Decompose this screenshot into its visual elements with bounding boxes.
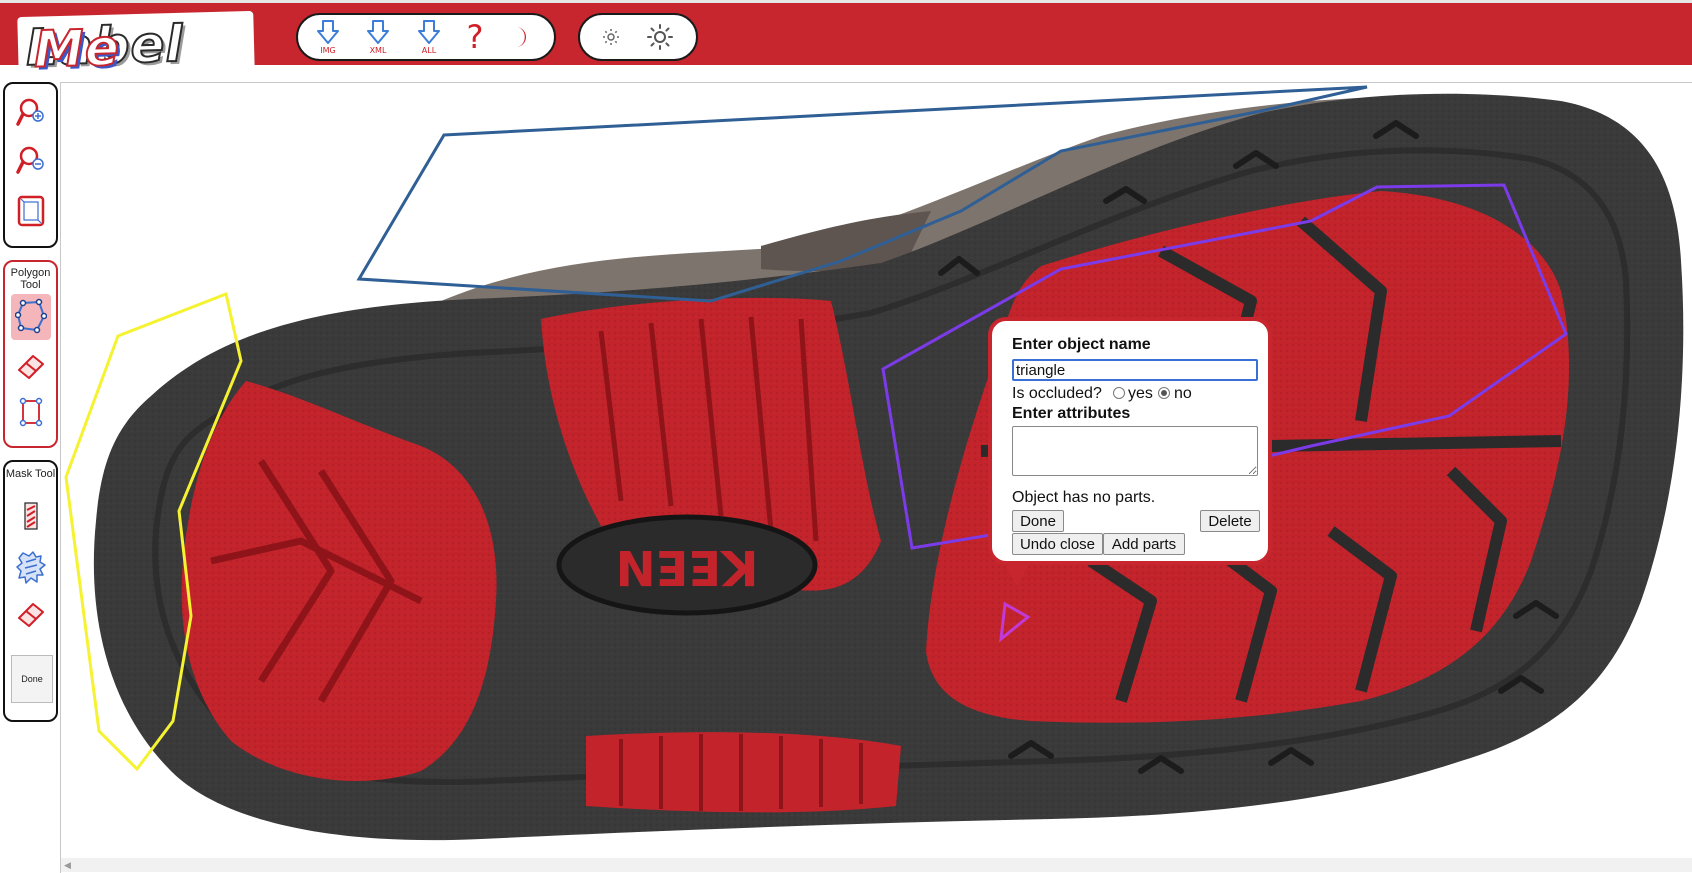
shoe-sole-image: KEEN xyxy=(61,83,1692,873)
bounding-box-button[interactable] xyxy=(11,392,51,432)
mask-done-button[interactable]: Done xyxy=(11,655,53,703)
add-parts-button[interactable]: Add parts xyxy=(1103,533,1185,555)
download-arrow-icon xyxy=(317,20,339,44)
help-icon[interactable]: ? xyxy=(460,17,490,56)
download-all-label: ALL xyxy=(421,46,437,55)
occluded-yes-radio[interactable] xyxy=(1113,387,1125,399)
brightness-low-icon[interactable] xyxy=(600,26,622,48)
download-image-button[interactable]: IMG xyxy=(308,19,348,57)
parts-status-text: Object has no parts. xyxy=(1012,489,1156,506)
mask-eraser-icon xyxy=(18,603,44,627)
foreground-brush-button[interactable] xyxy=(11,496,51,536)
zoom-in-icon xyxy=(16,98,44,126)
bounding-box-icon xyxy=(19,397,43,427)
eraser-button[interactable] xyxy=(11,346,51,386)
background-brush-icon xyxy=(16,551,46,584)
brightness-toolbar xyxy=(578,13,698,61)
polygon-tool-title: Polygon Tool xyxy=(10,267,51,291)
horizontal-scrollbar[interactable]: ◀ xyxy=(61,858,1692,872)
attributes-title: Enter attributes xyxy=(1012,405,1131,422)
done-button[interactable]: Done xyxy=(1012,510,1064,532)
popup-pointer xyxy=(1004,564,1030,586)
fit-to-screen-button[interactable] xyxy=(11,190,51,230)
polygon-toolbox: Polygon Tool xyxy=(3,260,58,448)
scroll-left-arrow-icon[interactable]: ◀ xyxy=(64,860,71,871)
mask-tool-title: Mask Tool xyxy=(5,468,56,480)
occluded-label: Is occluded? xyxy=(1012,385,1102,402)
occluded-no-radio[interactable] xyxy=(1158,387,1170,399)
object-name-popup: Enter object name Is occluded? yes no En… xyxy=(988,317,1272,565)
popup-title: Enter object name xyxy=(1012,336,1151,353)
delete-button[interactable]: Delete xyxy=(1200,510,1260,532)
polygon-icon xyxy=(15,298,47,334)
night-mode-icon[interactable] xyxy=(510,23,534,51)
polygon-tool-button[interactable] xyxy=(11,294,51,340)
brightness-high-icon[interactable] xyxy=(646,23,674,51)
eraser-icon xyxy=(18,355,44,379)
download-arrow-icon xyxy=(367,20,389,44)
occluded-no-label: no xyxy=(1174,385,1192,402)
fit-to-screen-icon xyxy=(17,195,45,227)
download-xml-button[interactable]: XML xyxy=(358,19,398,57)
download-all-button[interactable]: ALL xyxy=(409,19,449,57)
svg-text:?: ? xyxy=(467,18,484,55)
background-brush-button[interactable] xyxy=(11,546,51,586)
download-toolbar: IMG XML ALL ? xyxy=(296,13,556,61)
mask-eraser-button[interactable] xyxy=(11,594,51,634)
download-xml-label: XML xyxy=(369,46,387,55)
annotation-canvas[interactable]: KEEN xyxy=(60,82,1692,873)
download-arrow-icon xyxy=(418,20,440,44)
download-image-label: IMG xyxy=(320,46,336,55)
occluded-yes-label: yes xyxy=(1128,385,1153,402)
undo-close-button[interactable]: Undo close xyxy=(1012,533,1103,555)
mask-toolbox: Mask Tool Done xyxy=(3,460,58,722)
attributes-textarea[interactable] xyxy=(1012,426,1258,476)
labelme-logo[interactable]: Label Me xyxy=(17,10,255,80)
zoom-toolbox xyxy=(3,82,58,248)
logo-text: Label Me xyxy=(24,14,185,80)
zoom-out-icon xyxy=(16,146,44,174)
foreground-brush-icon xyxy=(24,502,38,530)
svg-text:KEEN: KEEN xyxy=(616,539,759,595)
zoom-out-button[interactable] xyxy=(11,140,51,180)
object-name-input[interactable] xyxy=(1012,359,1258,381)
zoom-in-button[interactable] xyxy=(11,92,51,132)
